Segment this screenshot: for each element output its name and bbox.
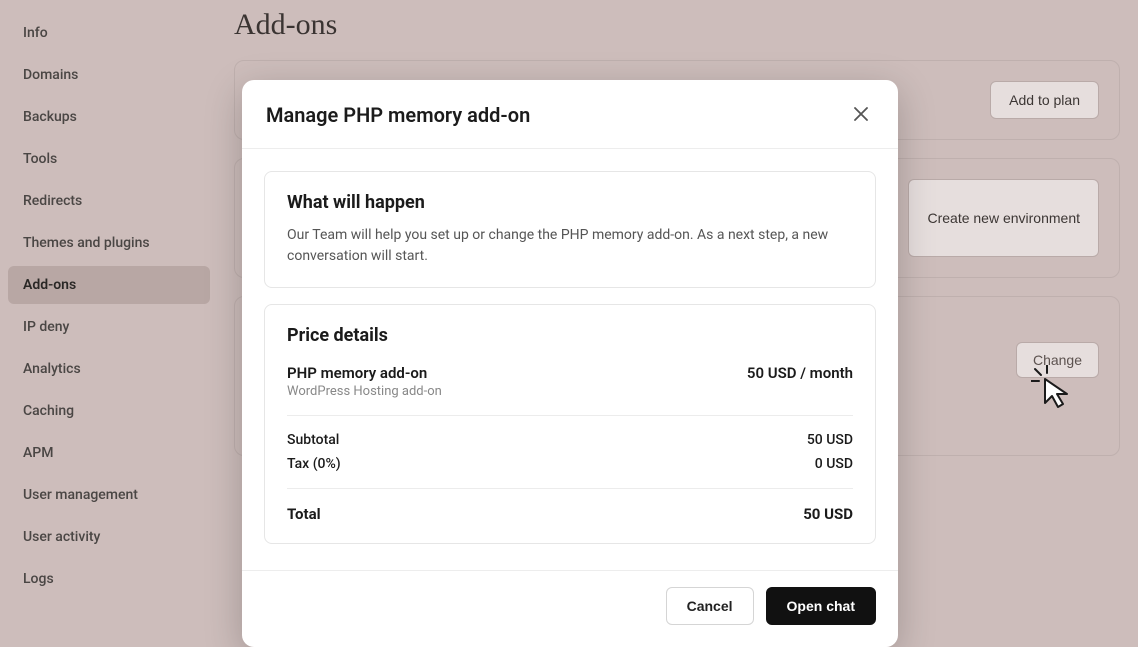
price-item-value: 50 USD / month — [747, 364, 853, 382]
total-label: Total — [287, 505, 321, 523]
price-item-row: PHP memory add-on 50 USD / month — [287, 364, 853, 382]
modal-footer: Cancel Open chat — [242, 570, 898, 647]
total-row: Total 50 USD — [287, 505, 853, 523]
subtotal-label: Subtotal — [287, 432, 339, 448]
tax-label: Tax (0%) — [287, 456, 341, 472]
tax-value: 0 USD — [815, 456, 853, 472]
modal-backdrop: Manage PHP memory add-on What will happe… — [0, 0, 1138, 634]
close-icon — [854, 105, 868, 126]
price-details-card: Price details PHP memory add-on 50 USD /… — [264, 304, 876, 544]
tax-row: Tax (0%) 0 USD — [287, 456, 853, 472]
total-value: 50 USD — [803, 505, 853, 523]
divider — [287, 488, 853, 489]
modal-close-button[interactable] — [848, 102, 874, 128]
what-will-happen-text: Our Team will help you set up or change … — [287, 225, 853, 267]
price-item-context: WordPress Hosting add-on — [287, 384, 853, 399]
modal-body: What will happen Our Team will help you … — [242, 149, 898, 570]
cancel-button[interactable]: Cancel — [666, 587, 754, 625]
what-will-happen-heading: What will happen — [287, 192, 853, 213]
manage-php-memory-modal: Manage PHP memory add-on What will happe… — [242, 80, 898, 647]
open-chat-button[interactable]: Open chat — [766, 587, 876, 625]
subtotal-value: 50 USD — [807, 432, 853, 448]
modal-title: Manage PHP memory add-on — [266, 103, 530, 127]
what-will-happen-card: What will happen Our Team will help you … — [264, 171, 876, 288]
modal-header: Manage PHP memory add-on — [242, 80, 898, 149]
subtotal-row: Subtotal 50 USD — [287, 432, 853, 448]
price-item-name: PHP memory add-on — [287, 364, 427, 382]
divider — [287, 415, 853, 416]
price-details-heading: Price details — [287, 325, 853, 346]
